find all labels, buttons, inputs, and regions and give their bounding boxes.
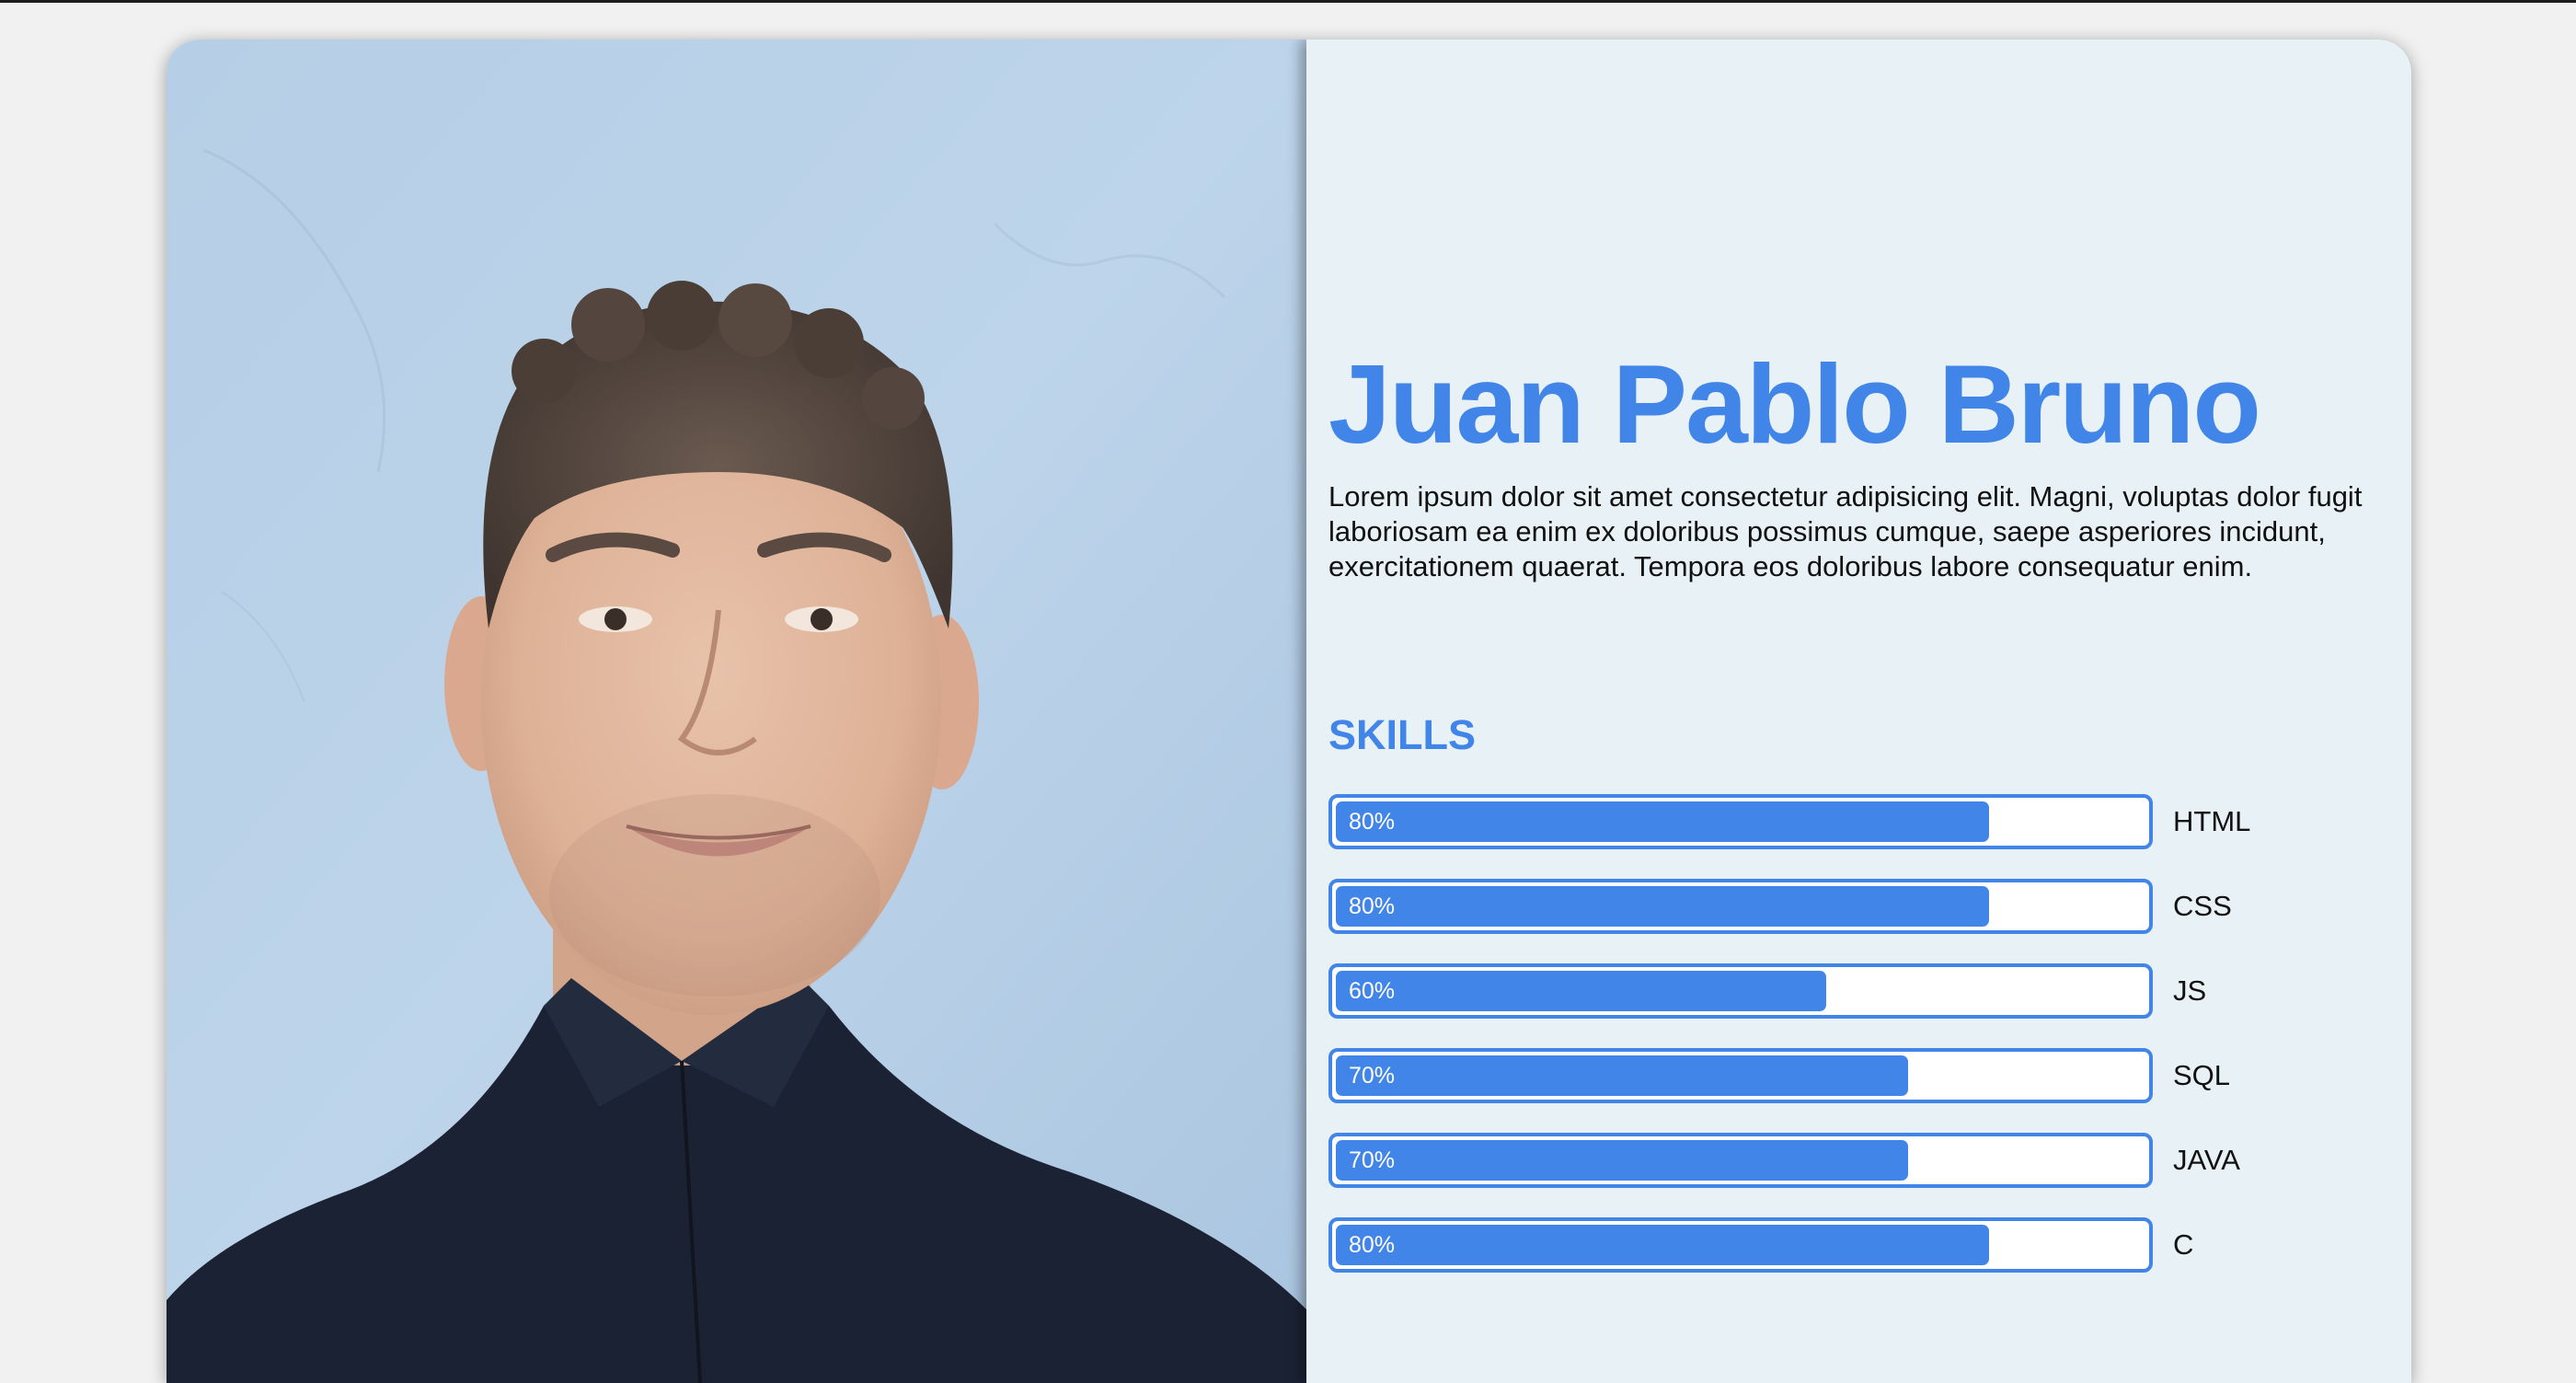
skill-name: JAVA — [2173, 1144, 2240, 1176]
skill-row: 60% JS — [1328, 963, 2340, 1019]
skill-name: SQL — [2173, 1059, 2231, 1091]
skill-bar-track: 80% — [1328, 794, 2153, 849]
skill-bar-fill: 80% — [1336, 801, 1989, 842]
skill-bar-track: 60% — [1328, 963, 2153, 1019]
skill-bar-track: 70% — [1328, 1048, 2153, 1103]
skill-bar-fill: 60% — [1336, 971, 1826, 1011]
skill-name: C — [2173, 1228, 2194, 1261]
skill-percent-label: 80% — [1349, 1232, 1396, 1258]
skill-bar-track: 80% — [1328, 1217, 2153, 1273]
window-top-border — [0, 0, 2576, 3]
skill-bar-track: 70% — [1328, 1133, 2153, 1188]
skill-percent-label: 70% — [1349, 1063, 1396, 1089]
skill-percent-label: 70% — [1349, 1147, 1396, 1173]
skill-name: JS — [2173, 974, 2207, 1007]
skill-row: 80% HTML — [1328, 794, 2340, 849]
skill-percent-label: 80% — [1349, 893, 1396, 919]
skill-bar-fill: 80% — [1336, 1225, 1989, 1265]
skill-row: 70% SQL — [1328, 1048, 2340, 1103]
skills-list: 80% HTML 80% CSS 60% JS 70% SQL 70% JAVA… — [1328, 794, 2340, 1302]
skill-percent-label: 80% — [1349, 809, 1396, 835]
skill-bar-fill: 80% — [1336, 886, 1989, 927]
skill-name: HTML — [2173, 805, 2251, 837]
skill-row: 80% C — [1328, 1217, 2340, 1273]
skills-title: SKILLS — [1328, 711, 1477, 758]
skill-bar-fill: 70% — [1336, 1140, 1908, 1181]
skill-bar-fill: 70% — [1336, 1055, 1908, 1096]
profile-info-panel: Juan Pablo Bruno Lorem ipsum dolor sit a… — [1306, 40, 2411, 1383]
profile-name: Juan Pablo Bruno — [1328, 341, 2261, 467]
skill-bar-track: 80% — [1328, 879, 2153, 934]
skill-row: 80% CSS — [1328, 879, 2340, 934]
profile-card: Juan Pablo Bruno Lorem ipsum dolor sit a… — [167, 40, 2411, 1383]
skill-name: CSS — [2173, 890, 2232, 922]
skill-percent-label: 60% — [1349, 978, 1396, 1004]
skill-row: 70% JAVA — [1328, 1133, 2340, 1188]
profile-bio: Lorem ipsum dolor sit amet consectetur a… — [1328, 480, 2363, 582]
profile-photo — [167, 40, 1306, 1383]
